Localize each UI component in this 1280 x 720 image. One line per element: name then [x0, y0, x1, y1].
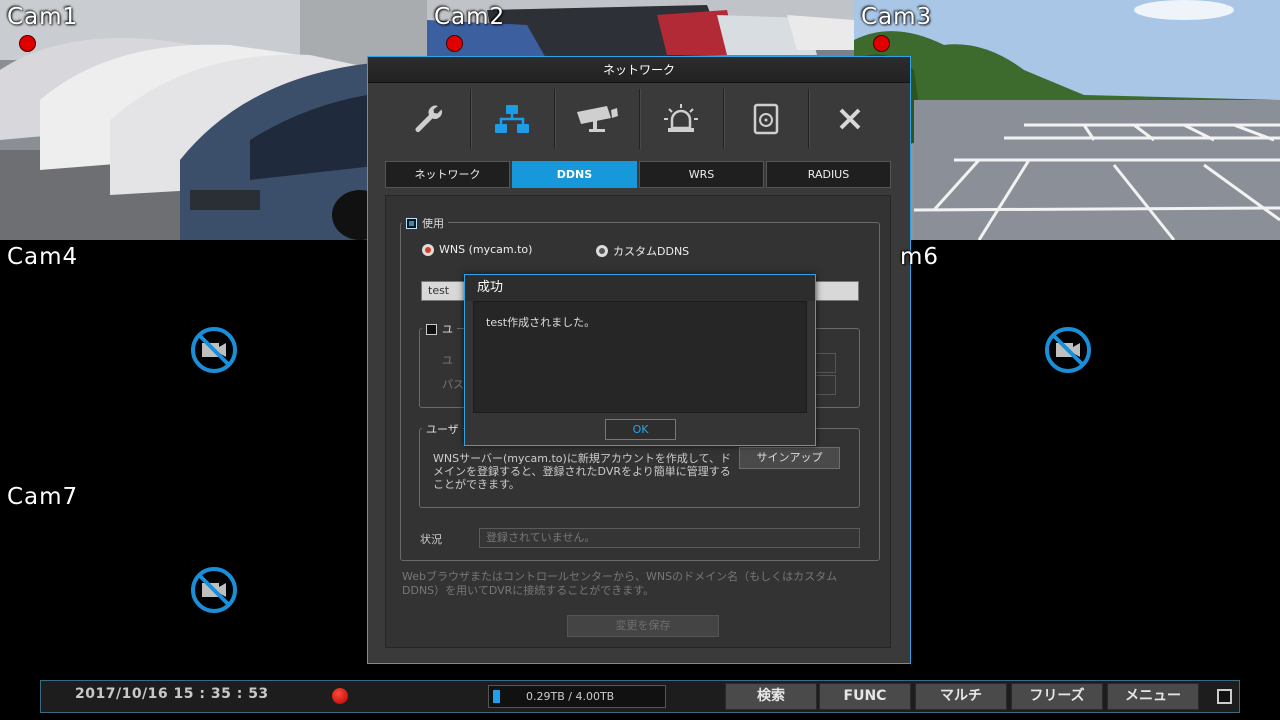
close-dialog-button[interactable] [809, 89, 893, 149]
storage-usage-text: 0.29TB / 4.00TB [526, 690, 615, 703]
camera-tile-4[interactable]: Cam4 [0, 240, 427, 480]
use-label: 使用 [422, 217, 444, 230]
camera-settings-button[interactable] [555, 89, 640, 149]
layout-toggle-icon[interactable] [1217, 689, 1232, 704]
storage-usage: 0.29TB / 4.00TB [488, 685, 666, 708]
recording-indicator [19, 35, 36, 52]
tab-network[interactable]: ネットワーク [385, 161, 510, 188]
camera-feed-parking-cars [0, 0, 427, 240]
settings-icon-bar [386, 89, 892, 149]
user-auth-checkbox[interactable] [426, 323, 437, 335]
freeze-button[interactable]: フリーズ [1011, 683, 1103, 710]
func-button[interactable]: FUNC [819, 683, 911, 710]
save-changes-button[interactable]: 変更を保存 [567, 615, 719, 637]
record-indicator-icon [332, 688, 348, 704]
wns-label: WNS (mycam.to) [439, 243, 533, 256]
connection-note: Webブラウザまたはコントロールセンターから、WNSのドメイン名（もしくはカスタ… [402, 570, 838, 597]
signup-button[interactable]: サインアップ [739, 447, 840, 469]
alarm-light-icon [664, 104, 699, 132]
popup-title: 成功 [465, 275, 815, 301]
search-button[interactable]: 検索 [725, 683, 817, 710]
no-camera-icon [191, 567, 237, 613]
system-settings-button[interactable] [386, 89, 471, 149]
custom-ddns-radio-option[interactable]: カスタムDDNS [596, 243, 689, 259]
network-tabs: ネットワーク DDNS WRS RADIUS [385, 161, 891, 188]
storage-usage-fill [493, 690, 500, 703]
multi-button[interactable]: マルチ [915, 683, 1007, 710]
status-label: 状況 [420, 533, 442, 546]
camera-label: m6 [900, 244, 940, 270]
event-settings-button[interactable] [640, 89, 724, 149]
no-camera-icon [1045, 327, 1091, 373]
status-field: 登録されていません。 [479, 528, 860, 548]
camera-tile-3[interactable]: Cam3 [854, 0, 1280, 240]
disk-icon [753, 103, 778, 135]
use-checkbox-group[interactable]: 使用 [402, 215, 448, 231]
camera-label: Cam4 [7, 244, 79, 270]
camera-label: Cam1 [7, 4, 79, 30]
user-auth-checkbox-group[interactable]: ユ [422, 321, 457, 337]
network-settings-button[interactable] [471, 89, 555, 149]
signup-legend: ユーザ [422, 421, 463, 437]
close-icon [839, 108, 861, 130]
camera-tile-6[interactable]: m6 [854, 240, 1280, 480]
tab-ddns[interactable]: DDNS [512, 161, 637, 188]
camera-icon [576, 106, 618, 132]
tab-radius[interactable]: RADIUS [766, 161, 891, 188]
user-auth-label: ユ [442, 323, 453, 336]
datetime-display: 2017/10/16 15 : 35 : 53 [75, 686, 269, 702]
status-bar: 2017/10/16 15 : 35 : 53 0.29TB / 4.00TB … [40, 680, 1240, 713]
signup-description: WNSサーバー(mycam.to)に新規アカウントを作成して、ドメインを登録する… [433, 452, 731, 491]
wns-radio-option[interactable]: WNS (mycam.to) [422, 243, 532, 256]
password-label: パス [442, 378, 464, 391]
tab-wrs[interactable]: WRS [639, 161, 764, 188]
menu-button[interactable]: メニュー [1107, 683, 1199, 710]
camera-label: Cam7 [7, 484, 79, 510]
camera-tile-1[interactable]: Cam1 [0, 0, 427, 240]
network-icon [495, 105, 530, 133]
username-label: ユ [442, 354, 453, 367]
success-popup: 成功 test作成されました。 OK [464, 274, 816, 446]
wrench-icon [415, 105, 442, 132]
camera-tile-7[interactable]: Cam7 [0, 480, 427, 680]
camera-feed-empty-parking-lot [854, 0, 1280, 240]
popup-message: test作成されました。 [473, 301, 807, 413]
recording-indicator [873, 35, 890, 52]
camera-label: Cam3 [861, 4, 933, 30]
custom-ddns-label: カスタムDDNS [613, 245, 690, 258]
custom-ddns-radio[interactable] [596, 245, 608, 257]
camera-label: Cam2 [434, 4, 506, 30]
wns-radio[interactable] [422, 243, 434, 256]
use-checkbox[interactable] [406, 217, 417, 229]
dialog-title: ネットワーク [368, 57, 910, 83]
ok-button[interactable]: OK [605, 419, 676, 440]
storage-settings-button[interactable] [724, 89, 809, 149]
recording-indicator [446, 35, 463, 52]
no-camera-icon [191, 327, 237, 373]
